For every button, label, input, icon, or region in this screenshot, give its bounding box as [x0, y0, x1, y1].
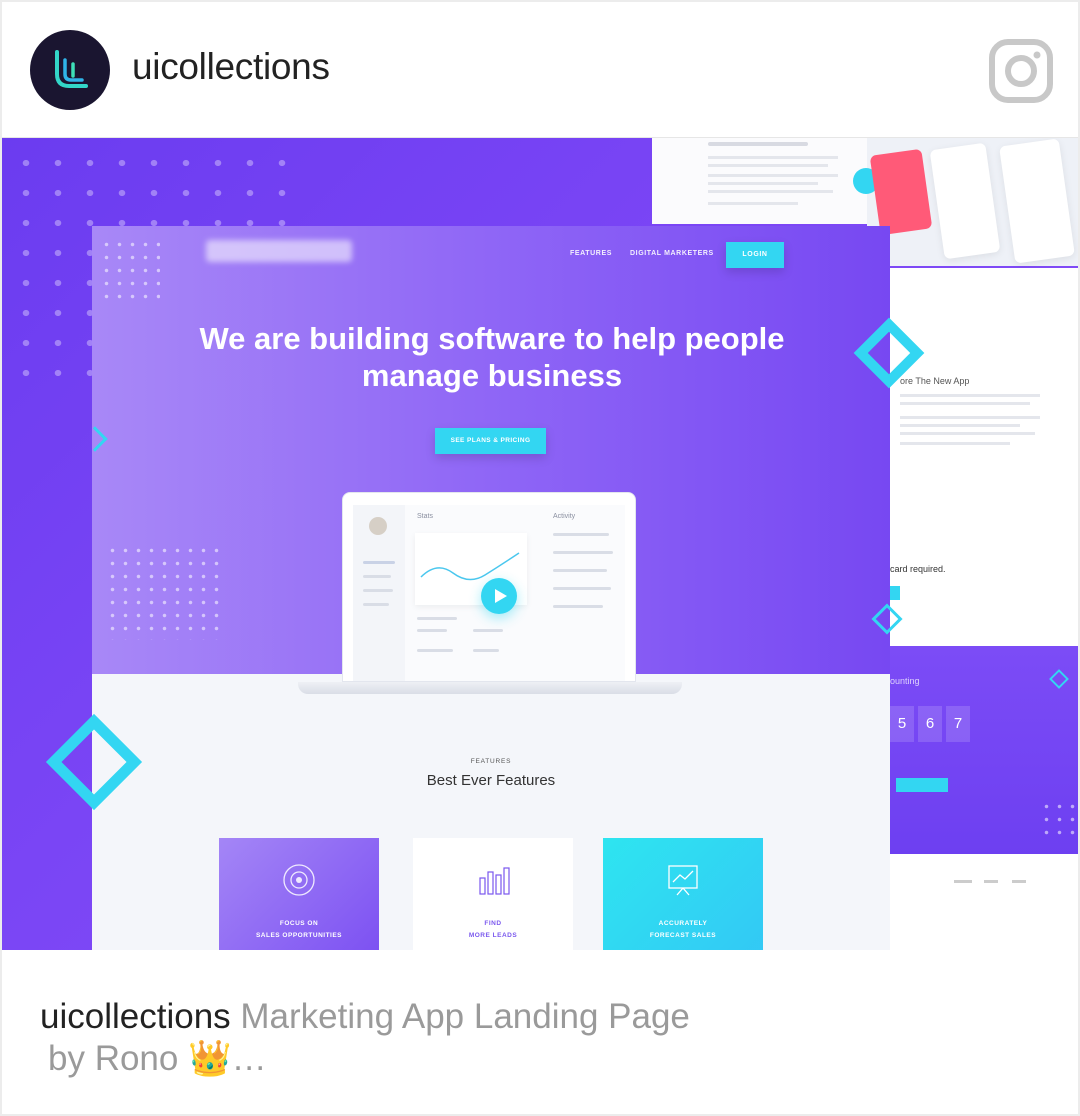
profile-avatar[interactable]	[30, 30, 110, 110]
blurred-logo	[206, 240, 352, 262]
counter-digit: 6	[918, 706, 942, 742]
background-counter-section: ounting 5 6 7	[890, 646, 1078, 856]
nav-features[interactable]: FEATURES	[570, 250, 612, 257]
feature-card-sales[interactable]: FOCUS ON SALES OPPORTUNITIES	[219, 838, 379, 950]
stats-label: Stats	[417, 513, 433, 520]
landing-page-mockup: FEATURES DIGITAL MARKETERS LOGIN We are …	[92, 226, 890, 950]
dashboard-sidebar	[353, 505, 405, 681]
background-document	[652, 138, 872, 224]
feature-card-forecast[interactable]: ACCURATELY FORECAST SALES	[603, 838, 763, 950]
user-avatar	[369, 517, 387, 535]
caption-line2[interactable]: by Rono 👑…	[40, 1038, 1040, 1080]
laptop-base	[298, 682, 682, 694]
background-page-right: ore The New App card required.	[884, 268, 1078, 648]
feature-card-text: ACCURATELY FORECAST SALES	[603, 918, 763, 942]
presentation-icon	[668, 865, 698, 896]
nav-digital-marketers[interactable]: DIGITAL MARKETERS	[630, 250, 714, 257]
background-page-footer	[890, 854, 1078, 950]
dashboard-screen: Stats Activity	[353, 505, 625, 681]
feature-line1: ACCURATELY	[658, 920, 708, 927]
dot-grid	[1040, 800, 1078, 840]
instagram-icon[interactable]	[988, 38, 1054, 104]
post-header: uicollections	[2, 2, 1078, 138]
feature-line2: SALES OPPORTUNITIES	[255, 932, 343, 939]
counter-digit: 5	[890, 706, 914, 742]
play-video-button[interactable]	[481, 578, 517, 614]
post-username[interactable]: uicollections	[132, 46, 330, 88]
instagram-post-card: uicollections ore The New App card requi…	[0, 0, 1080, 1116]
feature-line2: FORECAST SALES	[649, 932, 717, 939]
target-icon	[283, 864, 315, 896]
plans-pricing-button[interactable]: SEE PLANS & PRICING	[435, 428, 546, 454]
caption-text: Marketing App Landing Page	[240, 997, 690, 1036]
background-card-required-text: card required.	[890, 564, 946, 574]
bar-chart-icon	[479, 867, 510, 895]
login-button[interactable]: LOGIN	[726, 242, 784, 268]
laptop-mockup: Stats Activity	[342, 492, 636, 682]
background-phone-screens	[853, 138, 1078, 266]
background-counting-label: ounting	[890, 676, 920, 686]
uicollections-logo-icon	[55, 50, 88, 88]
features-eyebrow: FEATURES	[470, 758, 512, 765]
post-image[interactable]: ore The New App card required. ounting 5…	[2, 138, 1078, 950]
play-icon	[495, 589, 507, 603]
activity-label: Activity	[553, 513, 576, 520]
feature-card-leads[interactable]: FIND MORE LEADS	[413, 838, 573, 950]
dot-grid	[100, 238, 160, 302]
dot-grid	[106, 544, 222, 640]
feature-card-text: FIND MORE LEADS	[413, 918, 573, 942]
features-title: Best Ever Features	[426, 772, 556, 789]
feature-line2: MORE LEADS	[468, 932, 518, 939]
hero-title: We are building software to help people …	[199, 321, 785, 393]
post-caption: uicollections Marketing App Landing Page…	[40, 996, 1040, 1080]
caption-username[interactable]: uicollections	[40, 997, 231, 1036]
background-heading: ore The New App	[900, 376, 970, 386]
feature-card-text: FOCUS ON SALES OPPORTUNITIES	[219, 918, 379, 942]
counter-digit: 7	[946, 706, 970, 742]
feature-line1: FOCUS ON	[279, 920, 319, 927]
feature-line1: FIND	[484, 920, 502, 927]
